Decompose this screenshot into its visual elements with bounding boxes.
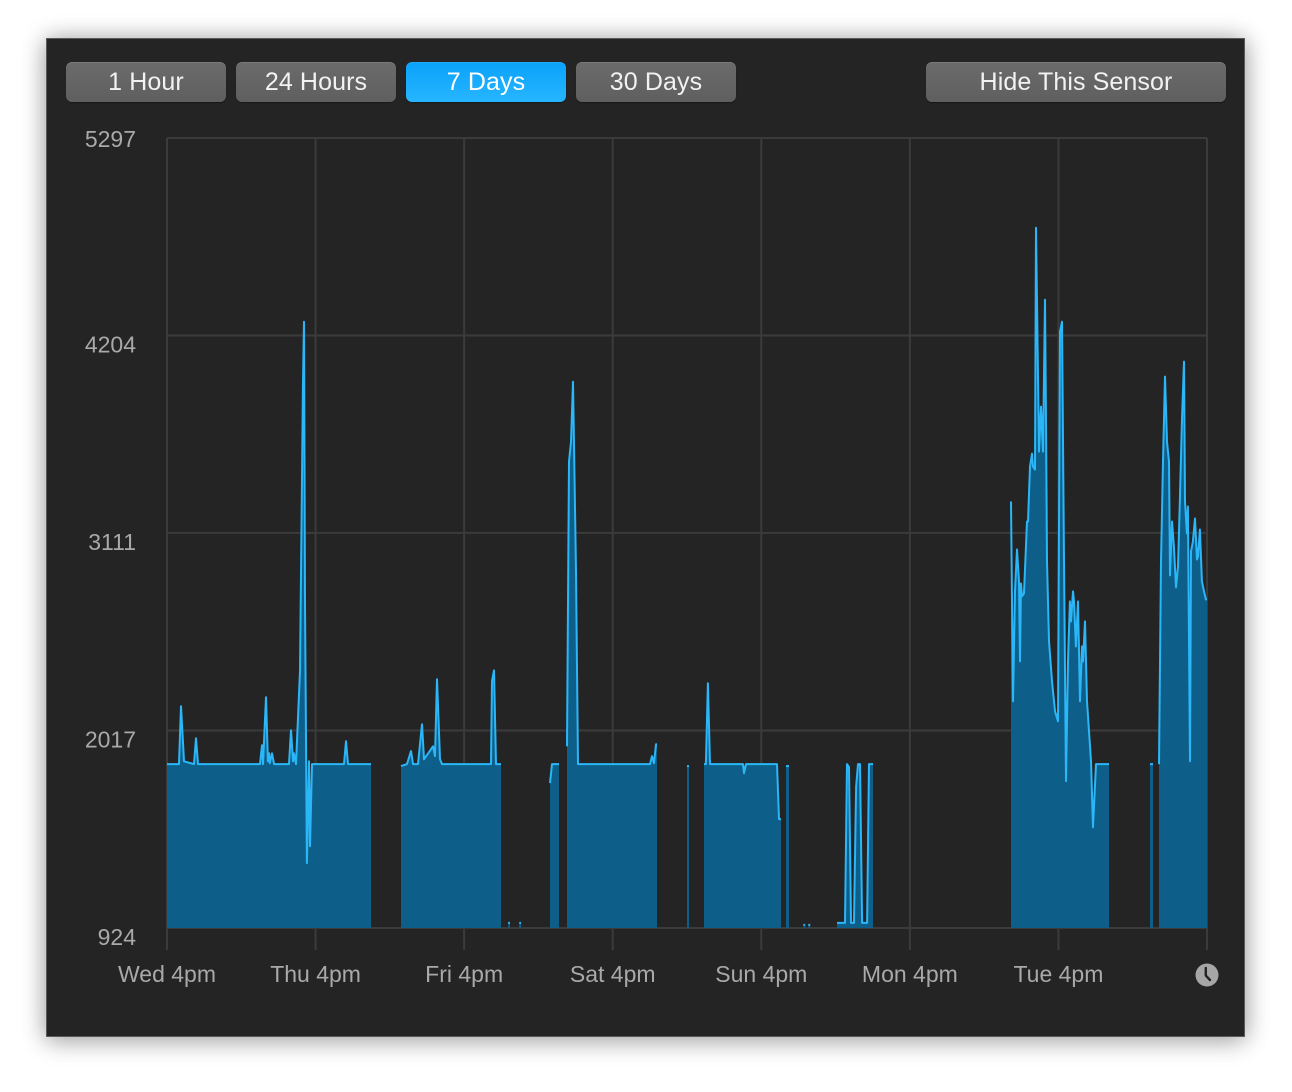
x-tick-label: Tue 4pm	[1013, 961, 1103, 987]
sensor-history-chart: 5297 4204 3111 2017 924 Wed 4pm Thu 4pm …	[85, 126, 1208, 987]
area-segment	[687, 766, 689, 928]
y-tick-label: 3111	[88, 529, 136, 555]
y-tick-label: 4204	[85, 331, 136, 357]
sensor-graph-window: 1 Hour 24 Hours 7 Days 30 Days Hide This…	[46, 38, 1245, 1037]
area-segment	[167, 321, 371, 928]
area-segment	[786, 766, 789, 928]
x-tick-label: Fri 4pm	[425, 961, 503, 987]
area-segment	[704, 683, 781, 928]
x-tick-label: Sun 4pm	[715, 961, 807, 987]
x-tick-label: Mon 4pm	[862, 961, 958, 987]
x-tick-label: Thu 4pm	[270, 961, 361, 987]
y-tick-label: 5297	[85, 126, 136, 152]
x-axis: Wed 4pm Thu 4pm Fri 4pm Sat 4pm Sun 4pm …	[118, 961, 1103, 987]
area-segment	[401, 670, 501, 928]
clock-icon[interactable]	[1195, 963, 1219, 987]
y-tick-label: 924	[98, 924, 137, 950]
x-tick-label: Wed 4pm	[118, 961, 216, 987]
line-segment	[400, 669, 501, 768]
y-tick-label: 2017	[85, 727, 136, 753]
data-area	[167, 227, 1207, 929]
area-segment	[1159, 361, 1207, 929]
area-segment	[550, 764, 559, 928]
x-tick-label: Sat 4pm	[570, 961, 656, 987]
y-axis: 5297 4204 3111 2017 924	[85, 126, 136, 950]
line-segment	[837, 763, 873, 924]
area-segment	[1150, 764, 1153, 928]
